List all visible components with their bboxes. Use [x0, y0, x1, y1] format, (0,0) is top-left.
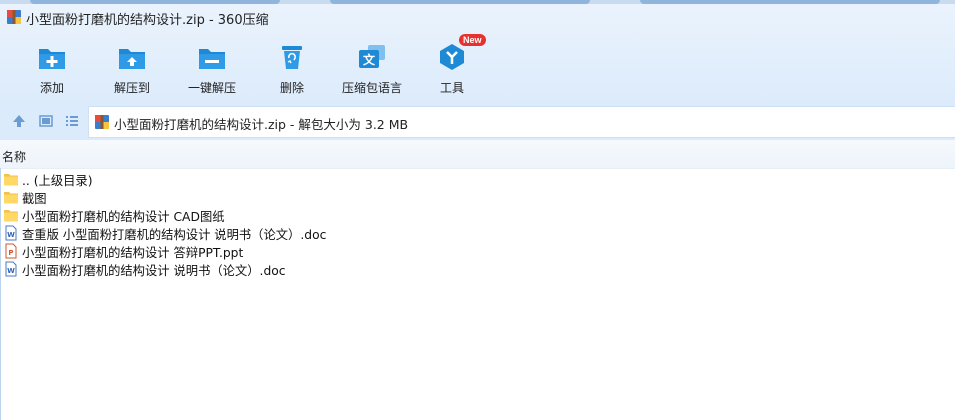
- extract-to-icon: [119, 49, 145, 69]
- list-item[interactable]: P 小型面粉打磨机的结构设计 答辩PPT.ppt: [3, 242, 903, 260]
- tools-button[interactable]: New 工具: [412, 34, 492, 100]
- file-name: 小型面粉打磨机的结构设计 CAD图纸: [22, 210, 225, 224]
- extract-to-button[interactable]: 解压到: [92, 34, 172, 100]
- file-name: 小型面粉打磨机的结构设计 说明书（论文）.doc: [22, 264, 286, 278]
- delete-icon: [282, 46, 302, 69]
- up-arrow-icon[interactable]: [11, 113, 27, 129]
- archive-icon: [95, 115, 109, 129]
- language-icon: 文: [359, 45, 385, 68]
- list-item[interactable]: W 小型面粉打磨机的结构设计 说明书（论文）.doc: [3, 260, 903, 278]
- list-left-border: [0, 168, 1, 420]
- archive-icon: [7, 10, 21, 24]
- file-name: 查重版 小型面粉打磨机的结构设计 说明书（论文）.doc: [22, 228, 327, 242]
- archive-language-button[interactable]: 文 压缩包语言: [332, 34, 412, 100]
- word-document-icon: W: [5, 261, 17, 277]
- list-item[interactable]: W 查重版 小型面粉打磨机的结构设计 说明书（论文）.doc: [3, 224, 903, 242]
- add-button-label: 添加: [39, 81, 64, 95]
- address-path: 小型面粉打磨机的结构设计.zip - 解包大小为 3.2 MB: [114, 117, 409, 132]
- thumbnail-view-icon[interactable]: [38, 113, 54, 129]
- word-document-icon: W: [5, 225, 17, 241]
- column-name-header[interactable]: 名称: [2, 148, 26, 165]
- file-name: .. (上级目录): [22, 174, 93, 188]
- file-name: 小型面粉打磨机的结构设计 答辩PPT.ppt: [22, 246, 244, 260]
- list-item[interactable]: 小型面粉打磨机的结构设计 CAD图纸: [3, 206, 903, 224]
- window-title: 小型面粉打磨机的结构设计.zip - 360压缩: [26, 13, 269, 28]
- list-item[interactable]: .. (上级目录): [3, 170, 903, 188]
- svg-text:W: W: [7, 231, 15, 239]
- svg-text:P: P: [8, 249, 13, 257]
- folder-icon: [4, 174, 18, 186]
- svg-text:文: 文: [363, 52, 376, 67]
- file-list: 名称 .. (上级目录) 截图 小型面粉打磨机的结构设计 CAD图纸 W 查重版…: [0, 140, 955, 420]
- address-bar[interactable]: 小型面粉打磨机的结构设计.zip - 解包大小为 3.2 MB: [88, 106, 955, 138]
- column-header: 名称: [0, 140, 955, 169]
- add-button[interactable]: 添加: [12, 34, 92, 100]
- delete-label: 删除: [279, 81, 304, 95]
- header: 小型面粉打磨机的结构设计.zip - 360压缩 添加 解压到 一键解压 删除 …: [0, 4, 955, 104]
- delete-button[interactable]: 删除: [252, 34, 332, 100]
- navigation-bar: 小型面粉打磨机的结构设计.zip - 解包大小为 3.2 MB: [0, 104, 955, 140]
- one-click-extract-label: 一键解压: [187, 81, 236, 95]
- powerpoint-icon: P: [5, 243, 17, 259]
- folder-icon: [4, 192, 18, 204]
- add-icon: [39, 49, 65, 69]
- folder-icon: [4, 210, 18, 222]
- list-view-icon[interactable]: [64, 113, 80, 129]
- file-name: 截图: [22, 192, 47, 206]
- extract-to-label: 解压到: [113, 81, 150, 95]
- svg-text:W: W: [7, 267, 15, 275]
- toolbar: 添加 解压到 一键解压 删除 文 压缩包语言 New 工具: [0, 34, 955, 104]
- list-item[interactable]: 截图: [3, 188, 903, 206]
- one-click-extract-icon: [199, 49, 225, 69]
- tools-label: 工具: [439, 81, 464, 95]
- new-badge: New: [459, 34, 486, 46]
- archive-language-label: 压缩包语言: [341, 81, 402, 95]
- one-click-extract-button[interactable]: 一键解压: [172, 34, 252, 100]
